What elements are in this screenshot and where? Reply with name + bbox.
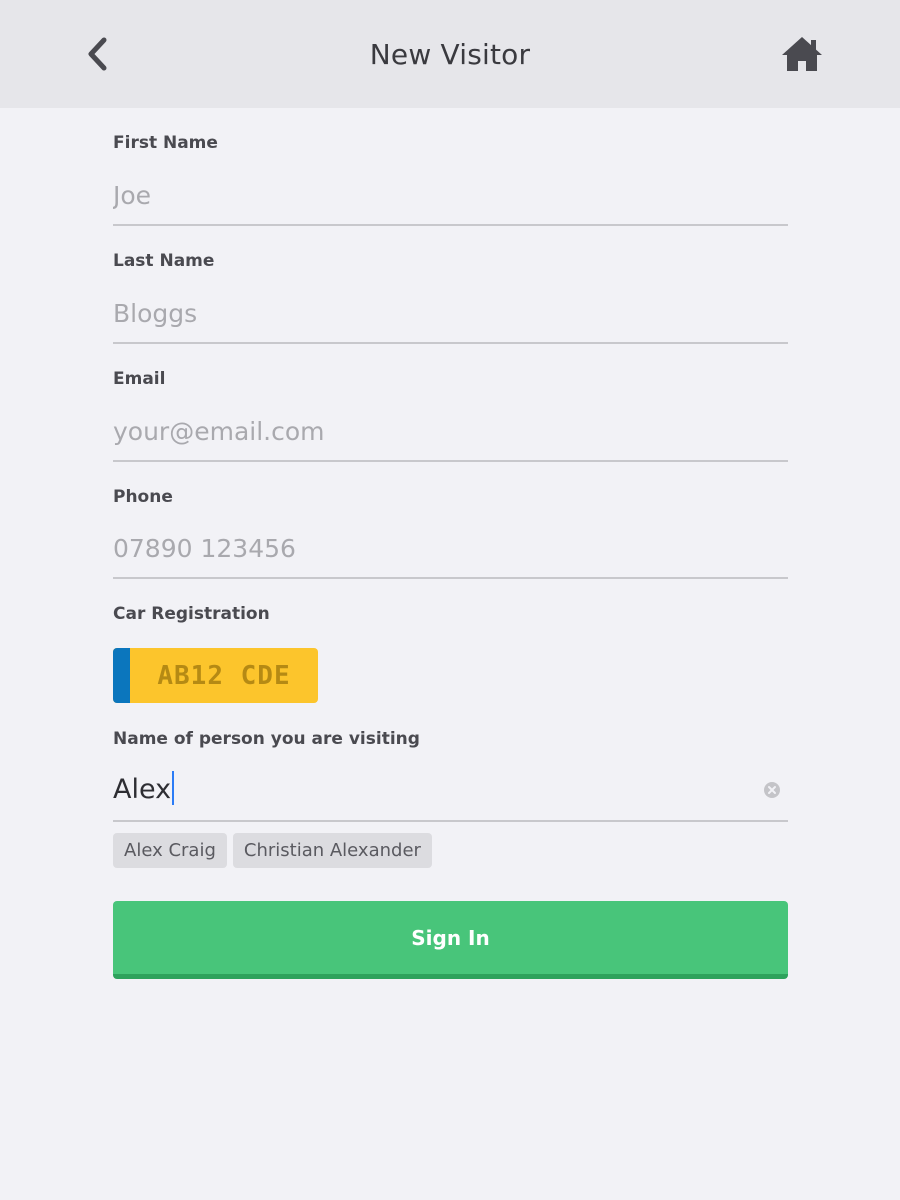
visiting-value-text: Alex [113, 774, 172, 805]
phone-input[interactable] [113, 519, 788, 579]
visiting-label: Name of person you are visiting [113, 729, 420, 749]
visitor-suggestions: Alex Craig Christian Alexander [113, 833, 432, 868]
plate-placeholder-text: AB12 CDE [157, 660, 291, 691]
email-label: Email [113, 369, 166, 389]
visiting-input[interactable]: Alex [113, 760, 788, 822]
page-title: New Visitor [369, 38, 531, 71]
sign-in-button[interactable]: Sign In [113, 901, 788, 979]
plate-country-band [113, 648, 130, 703]
suggestion-chip[interactable]: Alex Craig [113, 833, 227, 868]
home-button[interactable] [780, 34, 824, 74]
suggestion-chip[interactable]: Christian Alexander [232, 833, 432, 868]
phone-label: Phone [113, 487, 173, 507]
text-caret [172, 770, 175, 805]
last-name-input[interactable] [113, 284, 788, 344]
car-registration-plate-input[interactable]: AB12 CDE [113, 648, 318, 703]
last-name-label: Last Name [113, 251, 215, 271]
top-bar: New Visitor [0, 0, 900, 108]
email-input[interactable] [113, 402, 788, 462]
close-icon [768, 786, 776, 794]
home-icon [782, 37, 822, 71]
clear-button[interactable] [764, 782, 780, 798]
car-registration-label: Car Registration [113, 604, 270, 624]
first-name-input[interactable] [113, 166, 788, 226]
first-name-label: First Name [113, 133, 218, 153]
visiting-input-value: Alex [113, 770, 175, 805]
